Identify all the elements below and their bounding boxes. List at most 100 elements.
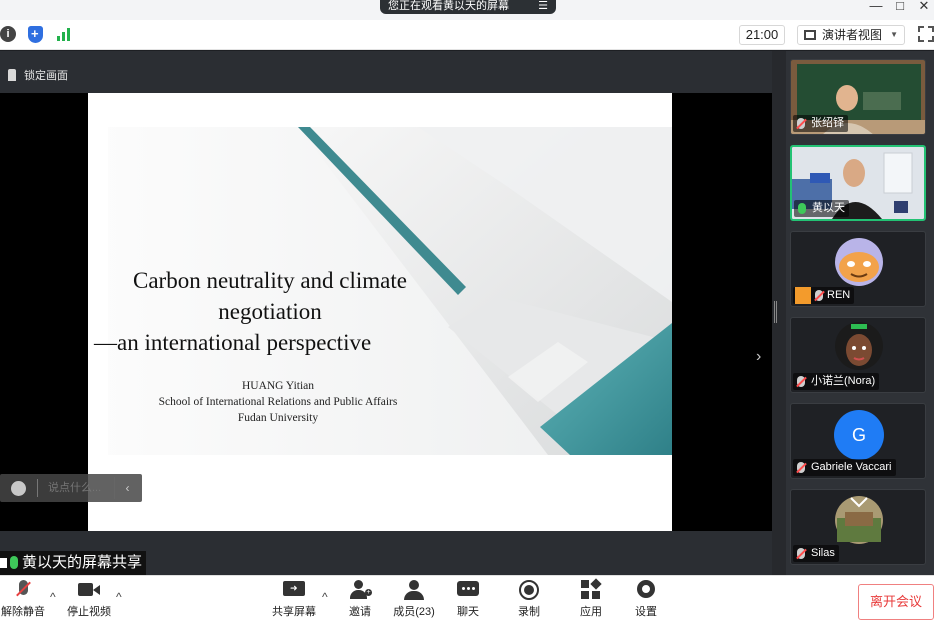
mic-muted-icon <box>12 580 34 600</box>
info-icon[interactable]: i <box>0 26 16 42</box>
video-options-caret[interactable]: ^ <box>116 590 122 604</box>
record-button[interactable]: 录制 <box>513 580 545 619</box>
stop-video-label: 停止视频 <box>67 606 111 618</box>
record-label: 录制 <box>518 606 540 618</box>
apps-grid-icon <box>580 578 602 600</box>
slide-school: School of International Relations and Pu… <box>158 396 398 408</box>
members-label: 成员(23) <box>393 606 435 618</box>
mic-muted-icon <box>797 462 805 473</box>
participant-tile[interactable]: Silas <box>790 489 926 565</box>
chevron-down-icon: ▼ <box>890 30 898 39</box>
slide-author-block: HUANG Yitian School of International Rel… <box>148 378 408 426</box>
participant-name-tag: Gabriele Vaccari <box>793 459 896 476</box>
participant-name: 黄以天 <box>812 202 845 214</box>
unmute-button[interactable]: 解除静音 <box>0 580 46 619</box>
slide-title-line-2: negotiation <box>218 299 322 324</box>
record-icon <box>518 580 540 600</box>
slide-university: Fudan University <box>237 412 319 424</box>
gear-icon <box>635 580 657 600</box>
add-user-icon: + <box>349 580 372 600</box>
view-mode-select[interactable]: 演讲者视图 ▼ <box>797 25 905 45</box>
audio-options-caret[interactable]: ^ <box>50 590 56 604</box>
panel-splitter[interactable] <box>772 51 786 575</box>
chat-button[interactable]: 聊天 <box>452 580 484 619</box>
apps-label: 应用 <box>580 606 602 618</box>
chat-bubble-icon <box>457 580 479 600</box>
presenter-view-icon <box>804 30 816 40</box>
presentation-slide: Carbon neutrality and climate negotiatio… <box>88 93 672 531</box>
participant-name: REN <box>827 289 851 301</box>
participant-name-tag: REN <box>793 287 855 304</box>
participant-name: 小诺兰(Nora) <box>811 375 876 387</box>
title-bar: 您正在观看黄以天的屏幕 ☰ — □ ✕ <box>0 0 934 20</box>
minimize-icon[interactable]: — <box>866 0 886 14</box>
pin-icon <box>8 69 16 81</box>
fullscreen-icon[interactable] <box>918 26 934 42</box>
meeting-clock: 21:00 <box>739 25 785 45</box>
share-screen-icon: ➜ <box>283 580 305 600</box>
share-notice-banner[interactable]: 您正在观看黄以天的屏幕 ☰ <box>380 0 556 14</box>
meeting-info-bar: i 21:00 演讲者视图 ▼ <box>0 20 934 50</box>
lock-view-button[interactable]: 锁定画面 <box>8 67 68 83</box>
screen-share-icon <box>0 558 7 568</box>
mic-on-icon <box>10 556 18 569</box>
mic-muted-icon <box>797 118 805 129</box>
mic-muted-icon <box>797 376 805 387</box>
slide-title: Carbon neutrality and climate negotiatio… <box>88 265 452 358</box>
share-options-caret[interactable]: ^ <box>322 590 328 604</box>
share-notice-text: 您正在观看黄以天的屏幕 <box>388 0 509 12</box>
stop-video-button[interactable]: 停止视频 <box>62 580 116 619</box>
lock-view-label: 锁定画面 <box>24 70 68 82</box>
quick-chat-box: ‹ <box>0 474 142 502</box>
share-screen-label: 共享屏幕 <box>272 606 316 618</box>
participant-name-tag: 张绍铎 <box>793 115 848 132</box>
camera-icon <box>78 580 100 600</box>
participant-name: Silas <box>811 547 835 559</box>
participant-name-tag: 小诺兰(Nora) <box>793 373 880 390</box>
view-mode-label: 演讲者视图 <box>822 28 883 42</box>
unmute-label: 解除静音 <box>1 606 45 618</box>
participant-name: 张绍铎 <box>811 117 844 129</box>
shared-screen: Carbon neutrality and climate negotiatio… <box>0 93 772 531</box>
chat-collapse-button[interactable]: ‹ <box>114 477 140 499</box>
participant-initial-avatar: G <box>834 410 884 460</box>
participant-tile[interactable]: 张绍铎 <box>790 59 926 135</box>
slide-title-line-1: Carbon neutrality and climate <box>133 268 407 293</box>
participant-name-tag: Silas <box>793 545 839 562</box>
members-icon <box>403 580 425 600</box>
slide-title-line-3: —an international perspective <box>94 330 372 355</box>
user-icon <box>795 287 811 304</box>
mic-muted-icon <box>815 290 823 301</box>
drag-handle-icon[interactable] <box>774 301 777 323</box>
settings-button[interactable]: 设置 <box>630 580 662 619</box>
share-menu-icon[interactable]: ☰ <box>538 0 548 12</box>
chat-label: 聊天 <box>457 606 479 618</box>
security-shield-icon[interactable] <box>28 26 43 43</box>
participant-panel: 张绍铎 黄以天 REN 小诺兰(Nora) G Gabriele Vaccari… <box>786 51 934 575</box>
close-icon[interactable]: ✕ <box>914 0 934 14</box>
apps-button[interactable]: 应用 <box>575 578 607 619</box>
participant-tile[interactable]: G Gabriele Vaccari <box>790 403 926 479</box>
share-screen-button[interactable]: ➜ 共享屏幕 <box>268 580 320 619</box>
mic-muted-icon <box>797 548 805 559</box>
presenter-share-label: 黄以天的屏幕共享 <box>0 551 147 575</box>
slide-author: HUANG Yitian <box>241 380 315 392</box>
settings-label: 设置 <box>635 606 657 618</box>
network-signal-icon[interactable] <box>56 26 72 42</box>
collapse-panel-button[interactable]: › <box>756 348 761 366</box>
participant-tile[interactable]: 黄以天 <box>790 145 926 221</box>
leave-meeting-button[interactable]: 离开会议 <box>858 584 934 620</box>
invite-label: 邀请 <box>349 606 371 618</box>
mic-on-icon <box>798 203 806 214</box>
participant-tile[interactable]: REN <box>790 231 926 307</box>
members-button[interactable]: 成员(23) <box>390 580 438 619</box>
restore-icon[interactable]: □ <box>890 0 910 14</box>
shared-screen-area: 锁定画面 Carbon neutrality and climate negot… <box>0 51 772 575</box>
participant-name-tag: 黄以天 <box>794 200 849 217</box>
chat-input[interactable] <box>37 479 111 497</box>
emoji-icon[interactable] <box>11 481 26 496</box>
meeting-control-bar: 解除静音 ^ 停止视频 ^ ➜ 共享屏幕 ^ + 邀请 成员(23) 聊天 录制… <box>0 575 934 621</box>
participant-name: Gabriele Vaccari <box>811 461 892 473</box>
invite-button[interactable]: + 邀请 <box>344 580 376 619</box>
participant-tile[interactable]: 小诺兰(Nora) <box>790 317 926 393</box>
